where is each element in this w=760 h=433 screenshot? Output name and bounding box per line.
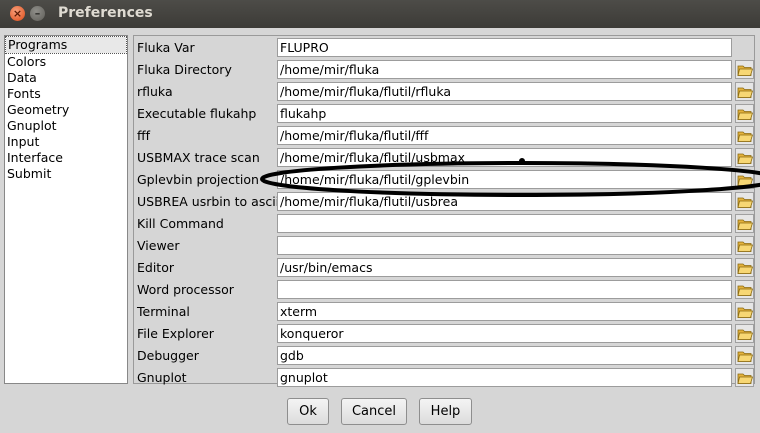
rfluka-input[interactable]: /home/mir/fluka/flutil/rfluka [277,82,732,101]
pref-row-terminal: Terminal xterm [134,301,754,323]
help-button[interactable]: Help [419,398,472,425]
sidebar-item-fonts[interactable]: Fonts [5,86,127,102]
sidebar-item-geometry[interactable]: Geometry [5,102,127,118]
fluka-directory-input[interactable]: /home/mir/fluka [277,60,732,79]
pref-label: Fluka Directory [137,62,232,77]
editor-input[interactable]: /usr/bin/emacs [277,258,732,277]
pref-label: Editor [137,260,174,275]
pref-row-debugger: Debugger gdb [134,345,754,367]
pref-row-viewer: Viewer [134,235,754,257]
pref-label: rfluka [137,84,173,99]
folder-open-icon[interactable] [735,236,754,255]
word-processor-input[interactable] [277,280,732,299]
preferences-window: × – Preferences Programs Colors Data Fonts G… [0,0,760,433]
folder-open-icon[interactable] [735,324,754,343]
pref-row-file-explorer: File Explorer konqueror [134,323,754,345]
pref-row-gnuplot: Gnuplot gnuplot [134,367,754,389]
category-list[interactable]: Programs Colors Data Fonts Geometry Gnuplot In… [4,35,128,384]
folder-open-icon[interactable] [735,148,754,167]
pref-row-kill-command: Kill Command [134,213,754,235]
folder-open-icon[interactable] [735,170,754,189]
kill-command-input[interactable] [277,214,732,233]
folder-open-icon[interactable] [735,258,754,277]
pref-label: USBMAX trace scan [137,150,260,165]
executable-flukahp-input[interactable]: flukahp [277,104,732,123]
folder-open-icon[interactable] [735,346,754,365]
dialog-buttons: Ok Cancel Help [0,398,760,428]
folder-open-icon[interactable] [735,368,754,387]
pref-label: Viewer [137,238,180,253]
folder-open-icon[interactable] [735,214,754,233]
gplevbin-projection-input[interactable]: /home/mir/fluka/flutil/gplevbin [277,170,732,189]
fluka-var-input[interactable]: FLUPRO [277,38,732,57]
close-icon[interactable]: × [10,6,25,21]
pref-row-usbrea-usrbin-to-ascii: USBREA usrbin to ascii/home/mir/fluka/fl… [134,191,754,213]
pref-row-word-processor: Word processor [134,279,754,301]
usbrea-usrbin-to-ascii-input[interactable]: /home/mir/fluka/flutil/usbrea [277,192,732,211]
debugger-input[interactable]: gdb [277,346,732,365]
pref-row-executable-flukahp: Executable flukahp flukahp [134,103,754,125]
folder-open-icon[interactable] [735,192,754,211]
pref-label: USBREA usrbin to ascii [137,194,280,209]
pref-row-rfluka: rfluka/home/mir/fluka/flutil/rfluka [134,81,754,103]
pref-row-editor: Editor/usr/bin/emacs [134,257,754,279]
pref-label: File Explorer [137,326,214,341]
folder-open-icon[interactable] [735,60,754,79]
sidebar-item-submit[interactable]: Submit [5,166,127,182]
pref-row-fff: fff/home/mir/fluka/flutil/fff [134,125,754,147]
pref-label: Word processor [137,282,234,297]
fff-input[interactable]: /home/mir/fluka/flutil/fff [277,126,732,145]
title-bar: × – Preferences [0,0,760,28]
folder-open-icon[interactable] [735,302,754,321]
folder-open-icon[interactable] [735,280,754,299]
pref-label: fff [137,128,151,143]
window-title: Preferences [58,5,153,21]
usbmax-trace-scan-input[interactable]: /home/mir/fluka/flutil/usbmax [277,148,732,167]
pref-label: Debugger [137,348,199,363]
pref-label: Gplevbin projection [137,172,259,187]
sidebar-item-programs[interactable]: Programs [5,36,127,54]
terminal-input[interactable]: xterm [277,302,732,321]
pref-label: Kill Command [137,216,224,231]
pref-label: Fluka Var [137,40,195,55]
pref-label: Terminal [137,304,190,319]
folder-open-icon[interactable] [735,104,754,123]
sidebar-item-gnuplot[interactable]: Gnuplot [5,118,127,134]
folder-open-icon[interactable] [735,126,754,145]
file-explorer-input[interactable]: konqueror [277,324,732,343]
pref-row-fluka-var: Fluka Var FLUPRO [134,37,754,59]
sidebar-item-colors[interactable]: Colors [5,54,127,70]
pref-row-usbmax-trace-scan: USBMAX trace scan/home/mir/fluka/flutil/… [134,147,754,169]
cancel-button[interactable]: Cancel [341,398,407,425]
viewer-input[interactable] [277,236,732,255]
sidebar-item-input[interactable]: Input [5,134,127,150]
sidebar-item-interface[interactable]: Interface [5,150,127,166]
minimize-icon[interactable]: – [30,6,45,21]
ok-button[interactable]: Ok [287,398,329,425]
pref-row-gplevbin-projection: Gplevbin projection/home/mir/fluka/fluti… [134,169,754,191]
pref-label: Executable flukahp [137,106,257,121]
sidebar-item-data[interactable]: Data [5,70,127,86]
folder-open-icon[interactable] [735,82,754,101]
pref-row-fluka-directory: Fluka Directory/home/mir/fluka [134,59,754,81]
programs-panel: Fluka Var FLUPRO Fluka Directory/home/mir/… [133,35,755,387]
gnuplot-input[interactable]: gnuplot [277,368,732,387]
pref-label: Gnuplot [137,370,187,385]
